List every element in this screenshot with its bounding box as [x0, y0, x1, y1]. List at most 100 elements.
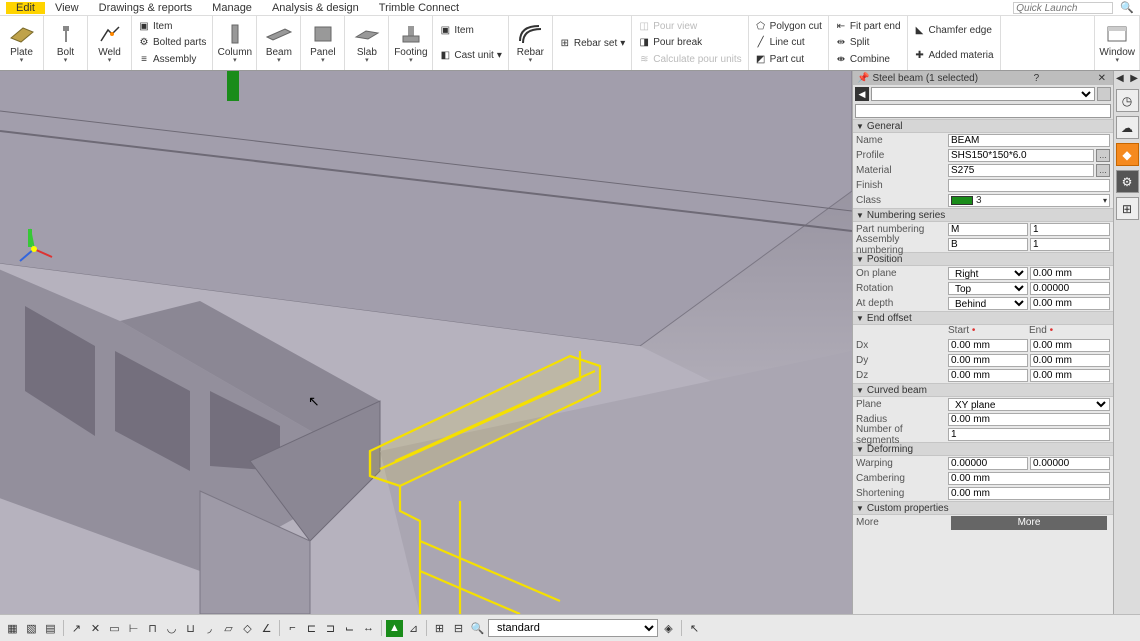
- bt-snap-6[interactable]: ◡: [163, 620, 180, 637]
- rtool-1[interactable]: ◷: [1116, 89, 1139, 112]
- ribbon-bolted-parts[interactable]: ⚙Bolted parts: [138, 36, 206, 50]
- bt-snap-10[interactable]: ◇: [239, 620, 256, 637]
- menu-trimble-connect[interactable]: Trimble Connect: [369, 2, 469, 14]
- nav-right-icon[interactable]: ▶: [1130, 73, 1138, 84]
- bt-zoom[interactable]: 🔍: [469, 620, 486, 637]
- bt-grid-3[interactable]: ▤: [42, 620, 59, 637]
- ribbon-split[interactable]: ⇹Split: [835, 36, 869, 50]
- field-curved-radius[interactable]: [948, 413, 1110, 426]
- field-asm-prefix[interactable]: [948, 238, 1028, 251]
- bt-cursor-mode[interactable]: ↖: [686, 620, 703, 637]
- search-icon[interactable]: 🔍: [1120, 2, 1134, 14]
- bt-ref-2[interactable]: ⊟: [450, 620, 467, 637]
- ribbon-assembly[interactable]: ≡Assembly: [138, 53, 196, 67]
- bt-snap-11[interactable]: ∠: [258, 620, 275, 637]
- ribbon-footing[interactable]: Footing▾: [389, 16, 433, 70]
- ribbon-item[interactable]: ▣Item: [138, 19, 172, 33]
- rtool-5[interactable]: ⊞: [1116, 197, 1139, 220]
- field-part-prefix[interactable]: [948, 223, 1028, 236]
- bt-snap-1[interactable]: ↗: [68, 620, 85, 637]
- field-at-depth-val[interactable]: [1030, 297, 1110, 310]
- field-dx-end[interactable]: [1030, 339, 1110, 352]
- field-dy-start[interactable]: [948, 354, 1028, 367]
- bt-snap-9[interactable]: ▱: [220, 620, 237, 637]
- ribbon-column[interactable]: Column▾: [213, 16, 257, 70]
- field-rotation-select[interactable]: Top: [948, 282, 1028, 295]
- more-button[interactable]: More: [951, 516, 1107, 530]
- nav-left-icon[interactable]: ◀: [1116, 73, 1124, 84]
- ribbon-beam[interactable]: Beam▾: [257, 16, 301, 70]
- model-viewport[interactable]: [0, 71, 852, 614]
- field-curved-plane[interactable]: XY plane: [948, 398, 1110, 411]
- menu-edit[interactable]: Edit: [6, 2, 45, 14]
- profile-browse-button[interactable]: …: [1096, 149, 1110, 162]
- section-numbering-header[interactable]: ▼Numbering series: [853, 208, 1113, 222]
- ribbon-chamfer-edge[interactable]: ◣Chamfer edge: [914, 24, 992, 38]
- field-on-plane-select[interactable]: Right: [948, 267, 1028, 280]
- section-position-header[interactable]: ▼Position: [853, 252, 1113, 266]
- ribbon-panel[interactable]: Panel▾: [301, 16, 345, 70]
- ribbon-part-cut[interactable]: ◩Part cut: [755, 53, 804, 67]
- close-icon[interactable]: ✕: [1095, 73, 1109, 84]
- field-curved-segments[interactable]: [948, 428, 1110, 441]
- menu-manage[interactable]: Manage: [202, 2, 262, 14]
- material-browse-button[interactable]: …: [1096, 164, 1110, 177]
- ribbon-plate[interactable]: Plate▾: [0, 16, 44, 70]
- apply-preset-button[interactable]: [1097, 87, 1111, 101]
- properties-search-input[interactable]: [855, 104, 1111, 118]
- help-icon[interactable]: ?: [1031, 73, 1043, 84]
- field-name[interactable]: [948, 134, 1110, 147]
- bt-plane-1[interactable]: ⌐: [284, 620, 301, 637]
- ribbon-item-2[interactable]: ▣Item: [439, 24, 473, 38]
- bt-plane-3[interactable]: ⊐: [322, 620, 339, 637]
- field-rotation-val[interactable]: [1030, 282, 1110, 295]
- ribbon-bolt[interactable]: Bolt▾: [44, 16, 88, 70]
- field-dz-start[interactable]: [948, 369, 1028, 382]
- bt-grid-2[interactable]: ▧: [23, 620, 40, 637]
- field-class[interactable]: 3: [976, 195, 982, 206]
- ribbon-fit-part-end[interactable]: ⇤Fit part end: [835, 19, 901, 33]
- bt-snap-3[interactable]: ▭: [106, 620, 123, 637]
- menu-analysis-design[interactable]: Analysis & design: [262, 2, 369, 14]
- section-deforming-header[interactable]: ▼Deforming: [853, 442, 1113, 456]
- bt-tree[interactable]: ⊿: [405, 620, 422, 637]
- rtool-3[interactable]: ◆: [1116, 143, 1139, 166]
- ribbon-rebar[interactable]: Rebar▾: [509, 16, 553, 70]
- rtool-2[interactable]: ☁: [1116, 116, 1139, 139]
- bt-ref-1[interactable]: ⊞: [431, 620, 448, 637]
- field-dy-end[interactable]: [1030, 354, 1110, 367]
- section-end-offset-header[interactable]: ▼End offset: [853, 311, 1113, 325]
- ribbon-slab[interactable]: Slab▾: [345, 16, 389, 70]
- properties-preset-select[interactable]: [871, 87, 1095, 101]
- field-warping-a[interactable]: [948, 457, 1028, 470]
- field-asm-start[interactable]: [1030, 238, 1110, 251]
- ribbon-weld[interactable]: Weld▾: [88, 16, 132, 70]
- field-cambering[interactable]: [948, 472, 1110, 485]
- menu-drawings-reports[interactable]: Drawings & reports: [89, 2, 203, 14]
- field-material[interactable]: [948, 164, 1094, 177]
- ribbon-added-material[interactable]: ✚Added materia: [914, 49, 994, 63]
- bt-snap-5[interactable]: ⊓: [144, 620, 161, 637]
- bt-extra-1[interactable]: ◈: [660, 620, 677, 637]
- bt-snap-4[interactable]: ⊢: [125, 620, 142, 637]
- ribbon-polygon-cut[interactable]: ⬠Polygon cut: [755, 19, 822, 33]
- bt-plane-5[interactable]: ↔: [360, 620, 377, 637]
- field-at-depth-select[interactable]: Behind: [948, 297, 1028, 310]
- bt-snap-2[interactable]: ✕: [87, 620, 104, 637]
- bt-snap-7[interactable]: ⊔: [182, 620, 199, 637]
- field-dx-start[interactable]: [948, 339, 1028, 352]
- bt-snap-8[interactable]: ◞: [201, 620, 218, 637]
- field-profile[interactable]: [948, 149, 1094, 162]
- bt-plane-2[interactable]: ⊏: [303, 620, 320, 637]
- view-preset-select[interactable]: standard: [488, 619, 658, 637]
- bt-plane-4[interactable]: ⌙: [341, 620, 358, 637]
- section-general-header[interactable]: ▼General: [853, 119, 1113, 133]
- ribbon-pour-break[interactable]: ◨Pour break: [638, 36, 702, 50]
- ribbon-cast-unit[interactable]: ◧Cast unit ▾: [439, 49, 502, 63]
- ribbon-line-cut[interactable]: ╱Line cut: [755, 36, 805, 50]
- field-shortening[interactable]: [948, 487, 1110, 500]
- section-curved-header[interactable]: ▼Curved beam: [853, 383, 1113, 397]
- bt-grid-1[interactable]: ▦: [4, 620, 21, 637]
- rtool-4[interactable]: ⚙: [1116, 170, 1139, 193]
- menu-view[interactable]: View: [45, 2, 89, 14]
